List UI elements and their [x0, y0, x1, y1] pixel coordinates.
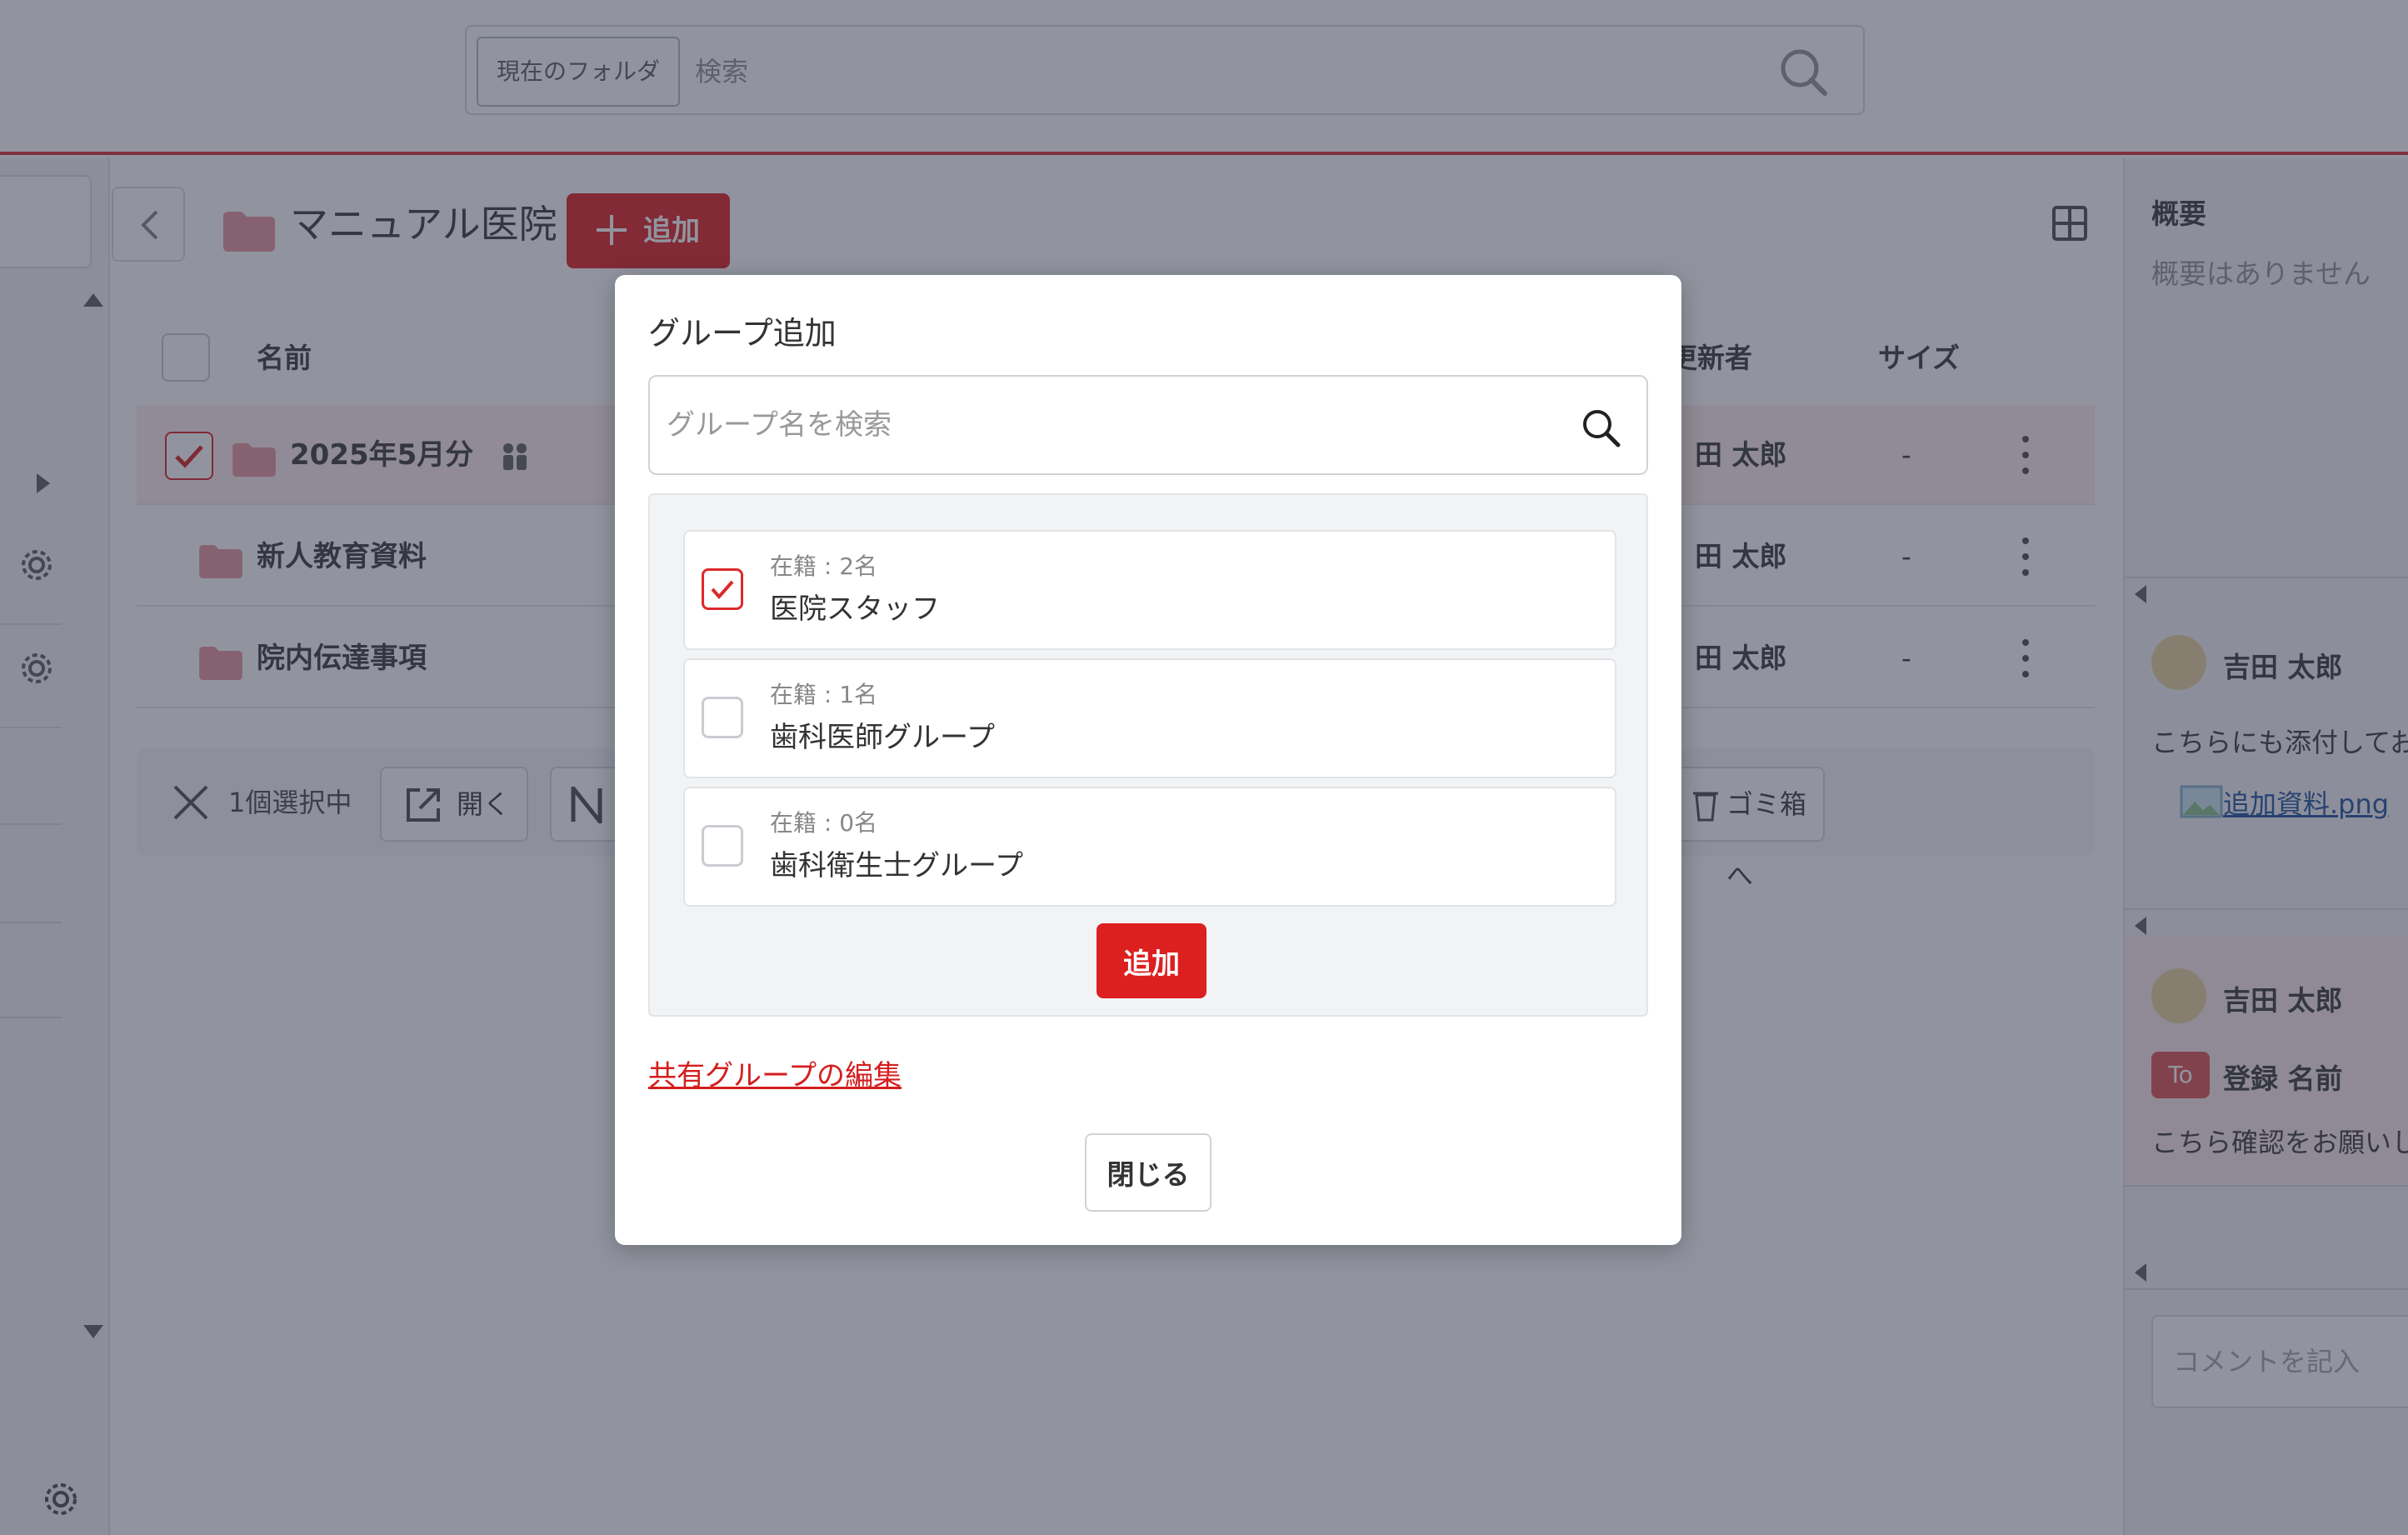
group-list: 在籍 : 2名 医院スタッフ 在籍 : 1名 歯科医師グループ 在籍 : 0名 …: [648, 493, 1648, 1017]
group-item[interactable]: 在籍 : 1名 歯科医師グループ: [683, 658, 1616, 778]
group-name: 歯科衛生士グループ: [770, 849, 1023, 882]
group-name: 医院スタッフ: [770, 592, 940, 626]
group-search-box: [648, 375, 1648, 475]
group-search-input[interactable]: [667, 385, 1550, 465]
group-name: 歯科医師グループ: [770, 721, 995, 754]
add-group-button[interactable]: 追加: [1097, 923, 1206, 998]
group-item[interactable]: 在籍 : 0名 歯科衛生士グループ: [683, 787, 1616, 907]
group-checkbox[interactable]: [702, 825, 743, 867]
checkmark-icon: [711, 580, 734, 600]
group-member-count: 在籍 : 1名: [770, 681, 878, 708]
group-item[interactable]: 在籍 : 2名 医院スタッフ: [683, 530, 1616, 650]
group-add-dialog: グループ追加 在籍 : 2名 医院スタッフ 在籍 : 1名 歯科医師グループ 在…: [615, 275, 1681, 1245]
group-checkbox[interactable]: [702, 697, 743, 738]
close-button[interactable]: 閉じる: [1085, 1133, 1211, 1212]
edit-shared-groups-link[interactable]: 共有グループの編集: [648, 1055, 902, 1097]
search-icon[interactable]: [1580, 407, 1621, 448]
group-member-count: 在籍 : 0名: [770, 809, 878, 837]
group-member-count: 在籍 : 2名: [770, 552, 878, 580]
dialog-title: グループ追加: [648, 315, 837, 352]
group-checkbox[interactable]: [702, 568, 743, 610]
